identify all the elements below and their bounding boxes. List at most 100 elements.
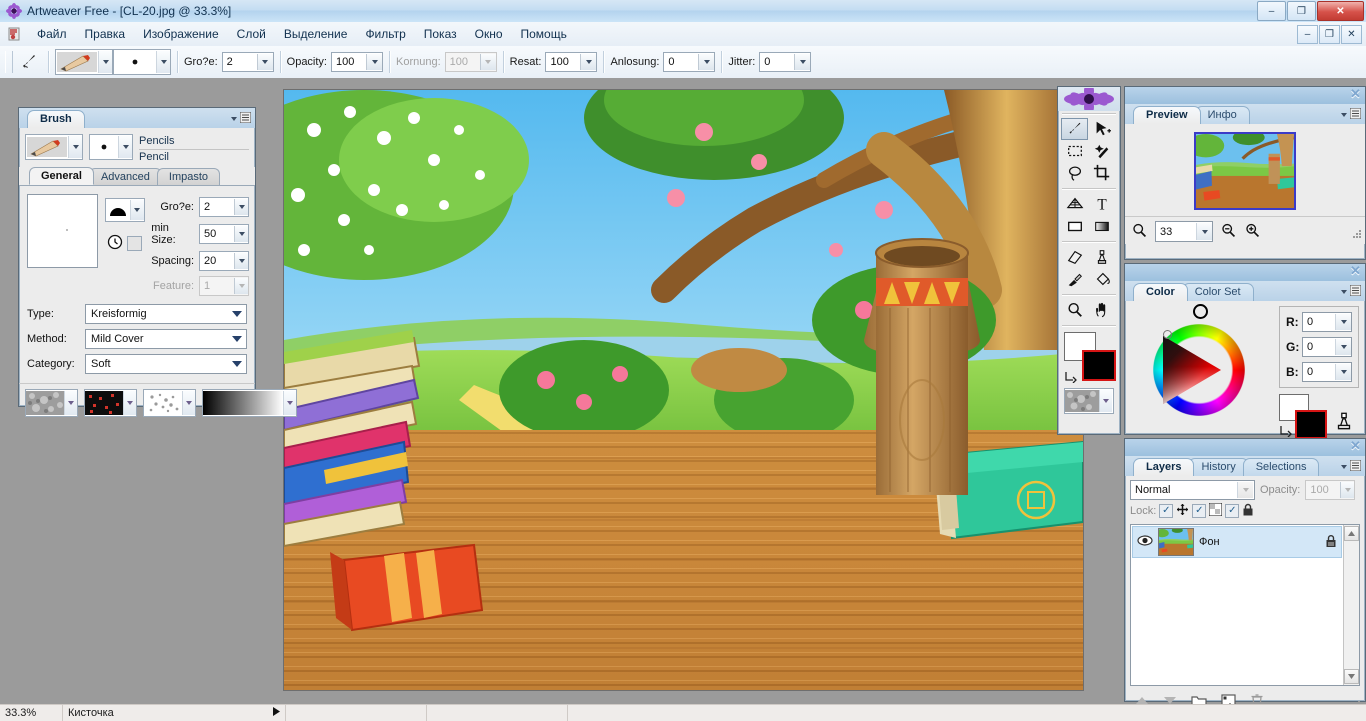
menu-item-view[interactable]: Показ [415,24,466,44]
shape-tool[interactable] [1061,215,1088,237]
tools-texture-picker[interactable] [1064,388,1114,414]
zoom-out-icon[interactable] [1220,222,1237,242]
brush-size-spinner[interactable]: 2 [199,197,249,217]
layer-list[interactable]: Фон [1130,524,1360,686]
preview-panel-close-button[interactable]: ✕ [1349,87,1362,101]
red-dropdown[interactable] [1335,314,1351,330]
zoom-tool[interactable] [1061,299,1088,321]
layer-visibility-icon[interactable] [1137,534,1153,550]
hand-tool[interactable] [1088,299,1115,321]
panel-menu-icon[interactable] [1349,107,1362,122]
color-panel-foreground-swatch[interactable] [1295,410,1327,439]
layers-panel-menu[interactable] [1341,459,1362,474]
brush-minsize-spinner[interactable]: 50 [199,224,249,244]
menu-item-image[interactable]: Изображение [134,24,228,44]
blend-mode-select[interactable]: Normal [1130,480,1255,500]
mdi-minimize-button[interactable]: – [1297,25,1318,44]
brush-panel-preset-dropdown[interactable] [68,136,82,158]
eraser-tool[interactable] [1061,246,1088,268]
tab-advanced[interactable]: Advanced [88,168,162,185]
menu-item-filter[interactable]: Фильтр [356,24,414,44]
pattern-swatch[interactable] [84,389,137,417]
gradient-tool[interactable] [1088,215,1115,237]
layer-list-scrollbar[interactable] [1343,525,1359,685]
tab-impasto[interactable]: Impasto [156,168,221,185]
preview-panel-menu[interactable] [1341,107,1362,122]
brush-shape-picker[interactable] [104,198,145,222]
rect-marquee-tool[interactable] [1061,140,1088,162]
lock-transparency-checkbox[interactable]: ✓ [1192,504,1207,518]
status-tool-cell[interactable]: Кисточка [63,705,286,721]
scatter-dropdown[interactable] [182,391,195,415]
table-row[interactable]: Фон [1132,526,1342,558]
menu-item-file[interactable]: Файл [28,24,76,44]
tab-selections[interactable]: Selections [1242,458,1320,476]
brush-category-select[interactable]: Soft [85,354,247,374]
brush-panel-preset-picker[interactable] [25,134,83,160]
brush-tool[interactable] [1061,118,1088,140]
brush-timing-checkbox[interactable] [127,236,143,251]
clone-color-icon[interactable] [1333,410,1355,435]
menu-item-selection[interactable]: Выделение [275,24,357,44]
sv-marker[interactable] [1163,330,1172,339]
tab-color[interactable]: Color [1133,283,1188,301]
opacity-dropdown-arrow[interactable] [366,54,382,70]
chevron-down-icon[interactable] [231,117,237,121]
panel-menu-icon[interactable] [1349,284,1362,299]
magnifier-icon[interactable] [1131,222,1148,242]
brush-tip-picker[interactable] [113,49,171,75]
tab-brush[interactable]: Brush [27,110,85,128]
layers-panel-close-button[interactable]: ✕ [1349,439,1362,453]
brush-preset-dropdown[interactable] [98,51,112,73]
blue-input[interactable]: 0 [1302,362,1352,382]
tab-preview[interactable]: Preview [1133,106,1201,124]
clone-stamp-tool[interactable] [1088,246,1115,268]
size-dropdown-arrow[interactable] [256,54,273,70]
magic-wand-tool[interactable] [1088,140,1115,162]
move-tool[interactable] [1088,118,1115,140]
color-panel-menu[interactable] [1341,284,1362,299]
tab-info[interactable]: Инфо [1194,106,1250,124]
minimize-button[interactable]: – [1257,1,1286,21]
lock-position-checkbox[interactable]: ✓ [1159,504,1174,518]
size-spinner[interactable]: 2 [221,52,274,72]
green-dropdown[interactable] [1335,339,1351,355]
menu-item-layer[interactable]: Слой [228,24,275,44]
brush-type-select[interactable]: Kreisformig [85,304,247,324]
swap-colors-icon[interactable] [1064,370,1077,386]
triangle-right-icon[interactable] [273,707,280,719]
panel-menu-icon[interactable] [1349,459,1362,474]
green-input[interactable]: 0 [1302,337,1352,357]
hue-marker[interactable] [1193,304,1208,319]
lasso-tool[interactable] [1061,162,1088,184]
mdi-close-button[interactable]: ✕ [1341,25,1362,44]
gradient-swatch[interactable] [202,389,297,417]
jitter-dropdown-arrow[interactable] [794,54,811,70]
jitter-spinner[interactable]: 0 [759,52,812,72]
tab-color-set[interactable]: Color Set [1181,283,1254,301]
paint-bucket-tool[interactable] [1088,268,1115,290]
brush-spacing-spinner[interactable]: 20 [199,251,249,271]
brush-minsize-dropdown-arrow[interactable] [234,226,248,242]
text-tool[interactable]: T [1088,193,1115,215]
lock-all-checkbox[interactable]: ✓ [1225,504,1240,518]
color-panel-close-button[interactable]: ✕ [1349,264,1362,278]
opacity-spinner[interactable]: 100 [331,52,383,72]
tools-texture-dropdown[interactable] [1099,390,1112,412]
brush-size-dropdown-arrow[interactable] [234,199,248,215]
active-tool-icon[interactable] [16,49,42,75]
brush-shape-dropdown[interactable] [129,200,144,220]
foreground-color-swatch[interactable] [1082,350,1116,381]
brush-method-select[interactable]: Mild Cover [85,329,247,349]
tab-layers[interactable]: Layers [1133,458,1195,476]
paper-texture-dropdown[interactable] [64,391,77,415]
blend-mode-dropdown[interactable] [1237,482,1253,498]
brush-preset-picker[interactable] [55,49,113,75]
gradient-dropdown[interactable] [283,391,296,415]
resat-dropdown-arrow[interactable] [580,54,597,70]
mesh-tool[interactable] [1061,193,1088,215]
preview-resize-grip[interactable] [1352,229,1362,242]
scroll-down-button[interactable] [1344,669,1359,684]
resat-spinner[interactable]: 100 [545,52,598,72]
clock-icon[interactable] [107,234,123,253]
